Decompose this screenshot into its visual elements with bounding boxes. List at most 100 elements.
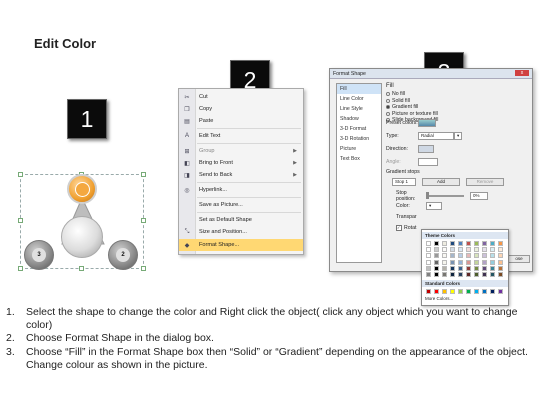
theme-color-swatch[interactable] <box>450 272 455 277</box>
theme-color-swatch[interactable] <box>434 253 439 259</box>
theme-color-swatch[interactable] <box>426 241 431 246</box>
standard-color-swatch[interactable] <box>442 289 447 294</box>
theme-color-swatch[interactable] <box>426 247 431 253</box>
menu-item-copy[interactable]: ❐ Copy <box>179 103 303 115</box>
menu-item-size-position[interactable]: ⤡ Size and Position... <box>179 226 303 238</box>
gray-circle-shape-3[interactable]: 3 <box>24 240 54 270</box>
color-picker-button[interactable]: ▾ <box>426 202 442 210</box>
category-fill[interactable]: Fill <box>337 84 381 94</box>
theme-color-swatch[interactable] <box>442 272 447 277</box>
theme-color-swatch[interactable] <box>490 247 495 253</box>
preset-colors-dropdown[interactable] <box>418 119 436 127</box>
theme-color-swatch[interactable] <box>490 253 495 259</box>
category-text-box[interactable]: Text Box <box>337 154 381 164</box>
checkbox-icon[interactable]: ✓ <box>396 225 402 231</box>
direction-dropdown[interactable] <box>418 145 434 153</box>
theme-color-swatch[interactable] <box>474 259 479 265</box>
theme-color-swatch[interactable] <box>442 241 447 246</box>
standard-color-swatch[interactable] <box>450 289 455 294</box>
center-circle-shape[interactable] <box>61 216 103 258</box>
chevron-down-icon[interactable]: ▾ <box>454 132 463 140</box>
theme-color-swatch[interactable] <box>450 253 455 259</box>
theme-color-swatch[interactable] <box>466 272 471 277</box>
theme-color-swatch[interactable] <box>442 265 447 271</box>
menu-item-edit-text[interactable]: A Edit Text <box>179 130 303 142</box>
theme-color-swatch[interactable] <box>474 265 479 271</box>
theme-color-swatch[interactable] <box>490 259 495 265</box>
menu-item-send-to-back[interactable]: ◨ Send to Back ▶ <box>179 169 303 181</box>
theme-color-swatch[interactable] <box>458 253 463 259</box>
stop-dropdown[interactable]: Stop 1 <box>392 178 416 186</box>
theme-color-swatch[interactable] <box>450 265 455 271</box>
theme-color-swatch[interactable] <box>442 247 447 253</box>
theme-color-swatch[interactable] <box>474 253 479 259</box>
remove-stop-button[interactable]: Remove <box>466 178 504 186</box>
theme-color-swatch[interactable] <box>426 253 431 259</box>
theme-color-swatch[interactable] <box>434 259 439 265</box>
theme-color-swatch[interactable] <box>474 247 479 253</box>
menu-item-bring-to-front[interactable]: ◧ Bring to Front ▶ <box>179 157 303 169</box>
theme-color-swatch[interactable] <box>458 272 463 277</box>
theme-color-swatch[interactable] <box>498 241 503 246</box>
theme-color-swatch[interactable] <box>474 272 479 277</box>
menu-item-hyperlink[interactable]: ◎ Hyperlink... <box>179 184 303 196</box>
theme-color-swatch[interactable] <box>434 247 439 253</box>
category-line-color[interactable]: Line Color <box>337 94 381 104</box>
theme-color-swatch[interactable] <box>442 253 447 259</box>
menu-item-save-as-picture[interactable]: Save as Picture... <box>179 199 303 211</box>
theme-color-swatch[interactable] <box>482 272 487 277</box>
theme-color-swatch[interactable] <box>466 265 471 271</box>
angle-input[interactable] <box>418 158 438 166</box>
theme-color-swatch[interactable] <box>442 259 447 265</box>
theme-color-swatch[interactable] <box>482 253 487 259</box>
theme-color-swatch[interactable] <box>482 259 487 265</box>
theme-color-swatch[interactable] <box>482 241 487 246</box>
theme-color-swatch[interactable] <box>458 265 463 271</box>
theme-color-swatch[interactable] <box>482 265 487 271</box>
standard-color-swatch[interactable] <box>466 289 471 294</box>
more-colors-link[interactable]: More Colors... <box>425 296 453 301</box>
theme-color-swatch[interactable] <box>474 241 479 246</box>
standard-color-swatch[interactable] <box>474 289 479 294</box>
standard-color-swatch[interactable] <box>498 289 503 294</box>
standard-color-swatch[interactable] <box>434 289 439 294</box>
standard-color-swatch[interactable] <box>458 289 463 294</box>
menu-item-set-default-shape[interactable]: Set as Default Shape <box>179 214 303 226</box>
theme-color-swatch[interactable] <box>434 241 439 246</box>
close-button[interactable]: ose <box>508 255 530 263</box>
theme-color-swatch[interactable] <box>466 259 471 265</box>
theme-color-swatch[interactable] <box>434 265 439 271</box>
menu-item-cut[interactable]: ✂ Cut <box>179 91 303 103</box>
type-dropdown[interactable]: Radial <box>418 132 454 140</box>
category-3d-format[interactable]: 3-D Format <box>337 124 381 134</box>
theme-color-swatch[interactable] <box>426 259 431 265</box>
theme-color-swatch[interactable] <box>434 272 439 277</box>
gray-circle-shape-2[interactable]: 2 <box>108 240 138 270</box>
standard-color-swatch[interactable] <box>490 289 495 294</box>
theme-color-swatch[interactable] <box>490 272 495 277</box>
theme-color-swatch[interactable] <box>498 265 503 271</box>
theme-color-swatch[interactable] <box>458 259 463 265</box>
theme-color-swatch[interactable] <box>498 259 503 265</box>
theme-color-swatch[interactable] <box>458 247 463 253</box>
theme-color-swatch[interactable] <box>450 259 455 265</box>
theme-color-swatch[interactable] <box>450 241 455 246</box>
orange-circle-shape[interactable] <box>67 174 97 204</box>
theme-color-swatch[interactable] <box>458 241 463 246</box>
menu-item-group[interactable]: ⊞ Group ▶ <box>179 145 303 157</box>
close-icon[interactable]: x <box>515 70 529 76</box>
theme-color-swatch[interactable] <box>498 272 503 277</box>
menu-item-paste[interactable]: ▤ Paste <box>179 115 303 127</box>
stop-position-slider[interactable] <box>426 192 464 199</box>
standard-color-swatch[interactable] <box>482 289 487 294</box>
standard-color-swatch[interactable] <box>426 289 431 294</box>
category-shadow[interactable]: Shadow <box>337 114 381 124</box>
theme-color-swatch[interactable] <box>466 241 471 246</box>
menu-item-format-shape[interactable]: ◆ Format Shape... <box>179 239 303 251</box>
shape-diagram[interactable]: 3 2 <box>18 170 148 274</box>
theme-color-swatch[interactable] <box>426 265 431 271</box>
theme-color-swatch[interactable] <box>426 272 431 277</box>
theme-color-swatch[interactable] <box>498 247 503 253</box>
theme-color-swatch[interactable] <box>450 247 455 253</box>
category-picture[interactable]: Picture <box>337 144 381 154</box>
